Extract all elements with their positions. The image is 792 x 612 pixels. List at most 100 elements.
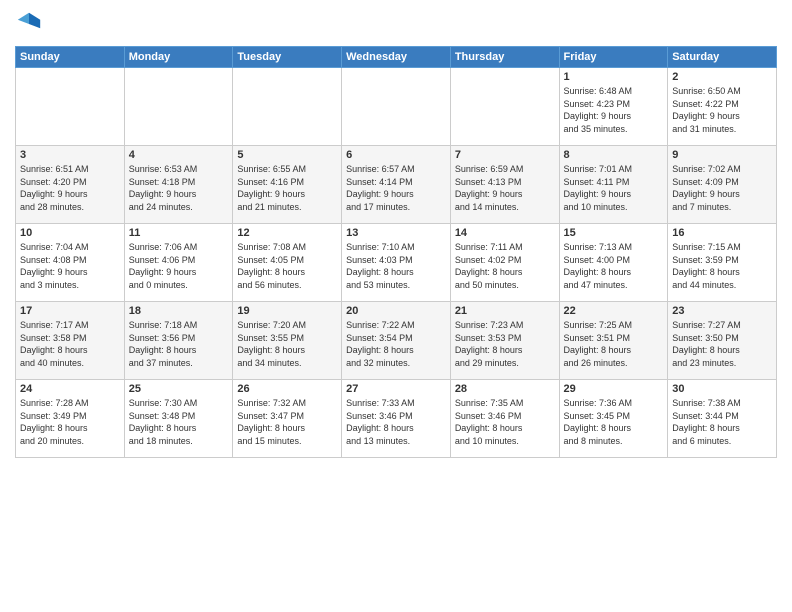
day-info-25: Sunrise: 7:30 AM Sunset: 3:48 PM Dayligh… (129, 397, 229, 447)
day-number-9: 9 (672, 149, 772, 161)
day-cell-0-3 (342, 68, 451, 146)
day-number-21: 21 (455, 305, 555, 317)
day-info-2: Sunrise: 6:50 AM Sunset: 4:22 PM Dayligh… (672, 85, 772, 135)
header-wednesday: Wednesday (342, 47, 451, 68)
weekday-header-row: Sunday Monday Tuesday Wednesday Thursday… (16, 47, 777, 68)
week-row-4: 17 Sunrise: 7:17 AM Sunset: 3:58 PM Dayli… (16, 302, 777, 380)
day-info-20: Sunrise: 7:22 AM Sunset: 3:54 PM Dayligh… (346, 319, 446, 369)
day-number-12: 12 (237, 227, 337, 239)
day-cell-1-1: 4 Sunrise: 6:53 AM Sunset: 4:18 PM Daylig… (124, 146, 233, 224)
header (15, 10, 777, 38)
day-cell-4-6: 30Sunrise: 7:38 AM Sunset: 3:44 PM Dayli… (668, 380, 777, 458)
day-cell-4-2: 26 Sunrise: 7:32 AM Sunset: 3:47 PM Dayli… (233, 380, 342, 458)
day-cell-1-6: 9Sunrise: 7:02 AM Sunset: 4:09 PM Daylig… (668, 146, 777, 224)
day-number-18: 18 (129, 305, 229, 317)
day-info-19: Sunrise: 7:20 AM Sunset: 3:55 PM Dayligh… (237, 319, 337, 369)
day-cell-2-5: 15 Sunrise: 7:13 AM Sunset: 4:00 PM Dayli… (559, 224, 668, 302)
day-cell-0-0 (16, 68, 125, 146)
day-info-14: Sunrise: 7:11 AM Sunset: 4:02 PM Dayligh… (455, 241, 555, 291)
page: Sunday Monday Tuesday Wednesday Thursday… (0, 0, 792, 612)
header-sunday: Sunday (16, 47, 125, 68)
week-row-3: 10 Sunrise: 7:04 AM Sunset: 4:08 PM Dayli… (16, 224, 777, 302)
day-cell-0-5: 1Sunrise: 6:48 AM Sunset: 4:23 PM Daylig… (559, 68, 668, 146)
day-info-18: Sunrise: 7:18 AM Sunset: 3:56 PM Dayligh… (129, 319, 229, 369)
day-cell-4-1: 25 Sunrise: 7:30 AM Sunset: 3:48 PM Dayli… (124, 380, 233, 458)
day-cell-4-5: 29 Sunrise: 7:36 AM Sunset: 3:45 PM Dayli… (559, 380, 668, 458)
day-cell-3-2: 19 Sunrise: 7:20 AM Sunset: 3:55 PM Dayli… (233, 302, 342, 380)
day-info-3: Sunrise: 6:51 AM Sunset: 4:20 PM Dayligh… (20, 163, 120, 213)
day-number-15: 15 (564, 227, 664, 239)
day-number-29: 29 (564, 383, 664, 395)
day-info-26: Sunrise: 7:32 AM Sunset: 3:47 PM Dayligh… (237, 397, 337, 447)
day-cell-4-3: 27 Sunrise: 7:33 AM Sunset: 3:46 PM Dayli… (342, 380, 451, 458)
logo (15, 10, 47, 38)
day-cell-3-5: 22Sunrise: 7:25 AM Sunset: 3:51 PM Dayli… (559, 302, 668, 380)
day-cell-2-3: 13Sunrise: 7:10 AM Sunset: 4:03 PM Dayli… (342, 224, 451, 302)
day-info-1: Sunrise: 6:48 AM Sunset: 4:23 PM Dayligh… (564, 85, 664, 135)
day-info-4: Sunrise: 6:53 AM Sunset: 4:18 PM Dayligh… (129, 163, 229, 213)
day-cell-3-6: 23 Sunrise: 7:27 AM Sunset: 3:50 PM Dayli… (668, 302, 777, 380)
day-cell-0-6: 2 Sunrise: 6:50 AM Sunset: 4:22 PM Daylig… (668, 68, 777, 146)
day-cell-1-0: 3 Sunrise: 6:51 AM Sunset: 4:20 PM Daylig… (16, 146, 125, 224)
day-number-11: 11 (129, 227, 229, 239)
day-cell-0-2 (233, 68, 342, 146)
day-info-29: Sunrise: 7:36 AM Sunset: 3:45 PM Dayligh… (564, 397, 664, 447)
day-info-17: Sunrise: 7:17 AM Sunset: 3:58 PM Dayligh… (20, 319, 120, 369)
day-cell-2-4: 14 Sunrise: 7:11 AM Sunset: 4:02 PM Dayli… (450, 224, 559, 302)
day-info-10: Sunrise: 7:04 AM Sunset: 4:08 PM Dayligh… (20, 241, 120, 291)
day-info-28: Sunrise: 7:35 AM Sunset: 3:46 PM Dayligh… (455, 397, 555, 447)
day-number-23: 23 (672, 305, 772, 317)
day-info-24: Sunrise: 7:28 AM Sunset: 3:49 PM Dayligh… (20, 397, 120, 447)
day-cell-2-1: 11 Sunrise: 7:06 AM Sunset: 4:06 PM Dayli… (124, 224, 233, 302)
day-cell-3-1: 18 Sunrise: 7:18 AM Sunset: 3:56 PM Dayli… (124, 302, 233, 380)
day-cell-1-3: 6 Sunrise: 6:57 AM Sunset: 4:14 PM Daylig… (342, 146, 451, 224)
day-number-28: 28 (455, 383, 555, 395)
day-info-23: Sunrise: 7:27 AM Sunset: 3:50 PM Dayligh… (672, 319, 772, 369)
day-cell-2-2: 12 Sunrise: 7:08 AM Sunset: 4:05 PM Dayli… (233, 224, 342, 302)
day-info-15: Sunrise: 7:13 AM Sunset: 4:00 PM Dayligh… (564, 241, 664, 291)
day-number-2: 2 (672, 71, 772, 83)
day-number-22: 22 (564, 305, 664, 317)
day-cell-1-4: 7Sunrise: 6:59 AM Sunset: 4:13 PM Daylig… (450, 146, 559, 224)
header-monday: Monday (124, 47, 233, 68)
day-info-21: Sunrise: 7:23 AM Sunset: 3:53 PM Dayligh… (455, 319, 555, 369)
day-info-30: Sunrise: 7:38 AM Sunset: 3:44 PM Dayligh… (672, 397, 772, 447)
day-cell-4-4: 28 Sunrise: 7:35 AM Sunset: 3:46 PM Dayli… (450, 380, 559, 458)
day-info-6: Sunrise: 6:57 AM Sunset: 4:14 PM Dayligh… (346, 163, 446, 213)
day-number-20: 20 (346, 305, 446, 317)
day-number-27: 27 (346, 383, 446, 395)
header-friday: Friday (559, 47, 668, 68)
day-cell-0-4 (450, 68, 559, 146)
day-number-14: 14 (455, 227, 555, 239)
day-cell-3-0: 17 Sunrise: 7:17 AM Sunset: 3:58 PM Dayli… (16, 302, 125, 380)
day-info-27: Sunrise: 7:33 AM Sunset: 3:46 PM Dayligh… (346, 397, 446, 447)
week-row-5: 24 Sunrise: 7:28 AM Sunset: 3:49 PM Dayli… (16, 380, 777, 458)
day-number-3: 3 (20, 149, 120, 161)
day-info-11: Sunrise: 7:06 AM Sunset: 4:06 PM Dayligh… (129, 241, 229, 291)
day-info-13: Sunrise: 7:10 AM Sunset: 4:03 PM Dayligh… (346, 241, 446, 291)
day-number-6: 6 (346, 149, 446, 161)
header-thursday: Thursday (450, 47, 559, 68)
day-number-5: 5 (237, 149, 337, 161)
day-number-19: 19 (237, 305, 337, 317)
week-row-2: 3 Sunrise: 6:51 AM Sunset: 4:20 PM Daylig… (16, 146, 777, 224)
day-number-25: 25 (129, 383, 229, 395)
header-tuesday: Tuesday (233, 47, 342, 68)
day-info-16: Sunrise: 7:15 AM Sunset: 3:59 PM Dayligh… (672, 241, 772, 291)
day-info-5: Sunrise: 6:55 AM Sunset: 4:16 PM Dayligh… (237, 163, 337, 213)
day-info-12: Sunrise: 7:08 AM Sunset: 4:05 PM Dayligh… (237, 241, 337, 291)
day-number-10: 10 (20, 227, 120, 239)
day-number-26: 26 (237, 383, 337, 395)
day-number-17: 17 (20, 305, 120, 317)
day-cell-2-0: 10 Sunrise: 7:04 AM Sunset: 4:08 PM Dayli… (16, 224, 125, 302)
day-cell-3-3: 20 Sunrise: 7:22 AM Sunset: 3:54 PM Dayli… (342, 302, 451, 380)
week-row-1: 1Sunrise: 6:48 AM Sunset: 4:23 PM Daylig… (16, 68, 777, 146)
day-number-4: 4 (129, 149, 229, 161)
day-cell-4-0: 24 Sunrise: 7:28 AM Sunset: 3:49 PM Dayli… (16, 380, 125, 458)
day-cell-2-6: 16Sunrise: 7:15 AM Sunset: 3:59 PM Dayli… (668, 224, 777, 302)
day-number-24: 24 (20, 383, 120, 395)
calendar: Sunday Monday Tuesday Wednesday Thursday… (15, 46, 777, 458)
day-number-7: 7 (455, 149, 555, 161)
day-number-8: 8 (564, 149, 664, 161)
day-cell-3-4: 21 Sunrise: 7:23 AM Sunset: 3:53 PM Dayli… (450, 302, 559, 380)
